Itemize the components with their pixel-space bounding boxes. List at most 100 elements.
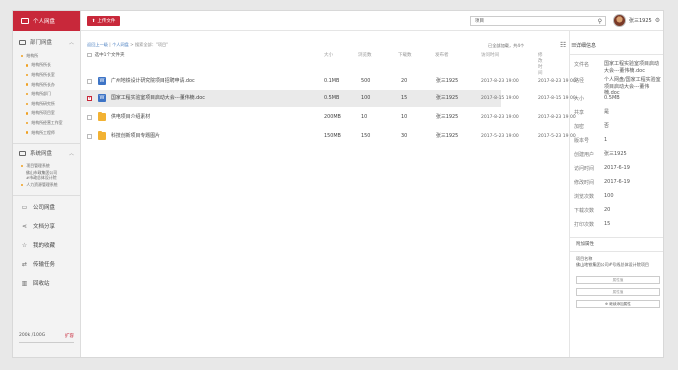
file-access-time: 2017-5-23 19:00 [481,134,519,139]
detail-key: 文件名 [574,62,590,68]
drive-icon: ▭ [21,203,28,211]
sys-group-label: 系统网盘 [30,151,53,158]
star-icon: ☆ [21,241,28,249]
user-menu[interactable]: 张三1925 ⚙ [613,14,660,27]
chevron-up-icon[interactable]: ︿ [69,150,74,157]
detail-key: 大小 [574,96,585,102]
upload-button[interactable]: ⬆ 上传文件 [87,16,120,26]
file-publisher: 张三1925 [436,95,459,101]
tree-item[interactable]: 结构所所长 [13,61,80,71]
file-views: 500 [361,78,371,84]
tree-item-label: 结构所项目室 [31,110,55,116]
details-panel: 详细信息 文件名 国家工程实验室项目启动大会---董伟楠.doc 路径 个人网盘/国… [569,31,663,357]
avatar[interactable] [613,14,626,27]
tree-item-label: 结构所所长办 [31,81,55,87]
row-checkbox-checked[interactable]: ✓ [87,96,92,101]
sidebar-item-trash[interactable]: ▥ 回收站 [13,274,80,293]
crumb-current: > 搜索全部："项目" [128,42,169,47]
list-view-icon[interactable]: ☷ [560,41,566,49]
table-row[interactable]: ✓ W 国家工程实验室项目启动大会---董伟楠.doc 0.5MB 100 15… [81,90,576,107]
tree-item-label: 结构所经营工作室 [31,119,63,125]
select-all[interactable]: 选中1个文件夹 [87,52,124,58]
drive-icon [21,18,29,24]
top-toolbar: ⬆ 上传文件 项目 ⚲ 张三1925 ⚙ [81,11,663,31]
add-attribute-button[interactable]: ⊕ 继续添加属性 [576,300,660,308]
sidebar-item-personal[interactable]: 个人网盘 [13,11,80,31]
divider [570,237,663,238]
sidebar-item-share[interactable]: ⋖ 文档分享 [13,217,80,236]
app-window: 个人网盘 部门网盘 ︿ 结构所 结构所所长 结构所所长室 结构所所长办 结构所部… [12,10,664,358]
detail-key: 打印次数 [574,222,595,228]
detail-key: 路径 [574,78,585,84]
attr-value-input[interactable]: 属性值 [576,276,660,284]
folder-dot-icon [26,112,29,115]
table-row[interactable]: 科技创新项目专题图片 150MB 150 30 张三1925 2017-5-23… [81,128,576,145]
file-downloads: 20 [401,78,408,84]
folder-dot-icon [21,54,24,57]
col-size[interactable]: 大小 [324,52,333,58]
row-checkbox[interactable] [87,134,92,139]
expand-link[interactable]: 扩容 [65,333,74,339]
col-access[interactable]: 访问时间 [481,52,499,58]
tree-item[interactable]: 结构所研究所 [13,99,80,109]
table-row[interactable]: 供电项目介绍素材 200MB 10 10 张三1925 2017-8-23 19… [81,109,576,126]
attr-value-input[interactable]: 属性值 [576,288,660,296]
sidebar-group-dept[interactable]: 部门网盘 ︿ [13,35,80,49]
file-name[interactable]: 国家工程实验室项目启动大会---董伟楠.doc [111,90,205,107]
select-count: 选中1个文件夹 [94,53,125,58]
file-access-time: 2017-8-15 19:00 [481,96,519,101]
quota-text: 200k /100G [19,333,46,338]
folder-dot-icon [26,64,29,67]
tree-item[interactable]: 结构所经营工作室 [13,118,80,128]
tree-item[interactable]: 结构所所长办 [13,80,80,90]
sidebar-item-favorites[interactable]: ☆ 我的收藏 [13,236,80,255]
detail-key: 加密 [574,124,585,130]
divider [13,194,80,196]
table-row[interactable]: W 广州地铁设计研究院项目招聘申请.doc 0.1MB 500 20 张三192… [81,73,576,90]
file-name[interactable]: 广州地铁设计研究院项目招聘申请.doc [111,73,195,90]
col-downloads[interactable]: 下载数 [398,52,412,58]
tree-item[interactable]: 结构所工程师 [13,128,80,138]
search-icon[interactable]: ⚲ [598,18,602,25]
doc-file-icon: W [98,77,106,85]
row-checkbox[interactable] [87,115,92,120]
nav-label: 传输任务 [33,262,56,269]
tree-item[interactable]: 人力资源管理系统 [13,181,80,189]
detail-value: 2017-6-19 [604,179,630,185]
file-name[interactable]: 科技创新项目专题图片 [111,128,160,145]
drive-icon [19,150,26,156]
tree-item[interactable]: 结构所 [13,51,80,61]
detail-value: 否 [604,123,610,129]
file-size: 0.1MB [324,78,340,84]
tree-item[interactable]: 结构所所长室 [13,70,80,80]
file-publisher: 张三1925 [436,114,459,120]
gear-icon[interactable]: ⚙ [655,17,660,24]
file-views: 10 [361,114,368,120]
col-publisher[interactable]: 发布者 [435,52,449,58]
upload-icon: ⬆ [91,18,96,24]
row-checkbox[interactable] [87,79,92,84]
sidebar-item-company[interactable]: ▭ 公司网盘 [13,198,80,217]
tree-item[interactable]: 结构所项目室 [13,109,80,119]
trash-icon: ▥ [21,279,28,287]
detail-value: 1 [604,137,608,143]
crumb-root[interactable]: 个人网盘 [112,42,129,47]
tree-item[interactable]: 结构所部门 [13,89,80,99]
select-all-checkbox[interactable] [87,52,92,58]
tree-item-label: 结构所所长室 [31,71,55,77]
chevron-up-icon[interactable]: ︿ [69,39,74,46]
detail-value: 2017-6-19 [604,165,630,171]
tree-item-label: #市政总体设计院 [26,175,57,181]
file-name[interactable]: 供电项目介绍素材 [111,109,150,126]
sys-tree: 项目管理系统 佛山市政集团公司 #市政总体设计院 人力资源管理系统 [13,160,80,193]
project-label: 项目名称 [576,256,593,261]
file-size: 150MB [324,133,341,139]
sidebar-item-transfer[interactable]: ⇄ 传输任务 [13,255,80,274]
breadcrumb: 返回上一级 | 个人网盘 > 搜索全部："项目" [87,42,168,48]
col-views[interactable]: 浏览数 [358,52,372,58]
search-input[interactable]: 项目 ⚲ [470,16,606,26]
sidebar-group-system[interactable]: 系统网盘 ︿ [13,146,80,160]
back-link[interactable]: 返回上一级 [87,42,108,47]
nav-label: 我的收藏 [33,243,56,250]
detail-key: 版本号 [574,138,590,144]
